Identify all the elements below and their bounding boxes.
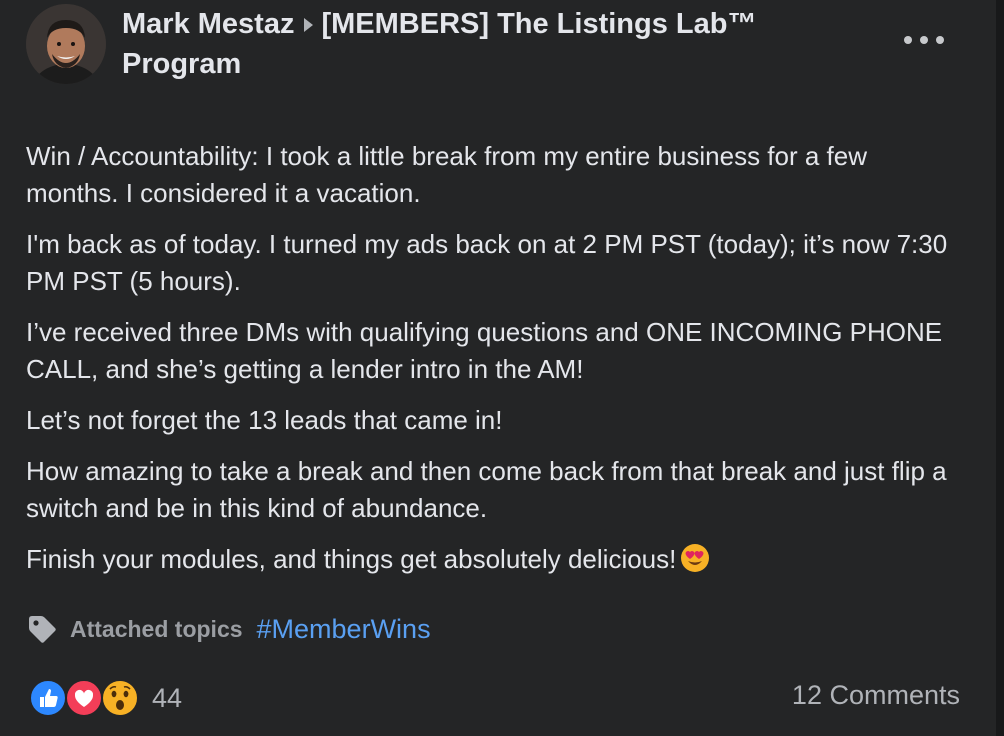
post-paragraph: I'm back as of today. I turned my ads ba…: [26, 229, 948, 296]
group-name[interactable]: [MEMBERS] The Listings Lab™: [321, 8, 756, 40]
post-paragraph-text: Finish your modules, and things get abso…: [26, 544, 677, 574]
attached-topics: Attached topics #MemberWins: [26, 612, 431, 646]
post-paragraph: How amazing to take a break and then com…: [26, 456, 947, 523]
author-name[interactable]: Mark Mestaz: [122, 8, 294, 40]
more-options-button[interactable]: [902, 28, 946, 52]
group-name-continued[interactable]: Program: [122, 48, 241, 80]
attached-topics-label: Attached topics: [70, 615, 243, 642]
wow-reaction-icon: [101, 679, 139, 717]
post-header: Mark Mestaz [MEMBERS] The Listings Lab™ P…: [122, 4, 882, 84]
reaction-count: 44: [152, 682, 183, 713]
post-paragraph: Win / Accountability: I took a little br…: [26, 141, 868, 208]
comments-count-link[interactable]: 12 Comments: [792, 680, 960, 711]
author-avatar[interactable]: [26, 4, 106, 84]
window-edge: [996, 0, 1004, 736]
like-reaction-icon: [29, 679, 67, 717]
reaction-icons: [28, 678, 142, 718]
love-reaction-icon: [65, 679, 103, 717]
post-card: Mark Mestaz [MEMBERS] The Listings Lab™ P…: [0, 0, 1004, 736]
more-dot-icon: [904, 36, 912, 44]
post-paragraph: Let’s not forget the 13 leads that came …: [26, 405, 503, 435]
reactions-summary[interactable]: 44: [28, 678, 182, 718]
post-paragraph: I’ve received three DMs with qualifying …: [26, 317, 943, 384]
topic-hashtag-link[interactable]: #MemberWins: [257, 614, 431, 645]
post-body: Win / Accountability: I took a little br…: [26, 138, 956, 592]
more-dot-icon: [920, 36, 928, 44]
shared-to-arrow-icon: [304, 18, 314, 32]
more-dot-icon: [936, 36, 944, 44]
tag-icon: [29, 616, 56, 643]
post-paragraph-last: Finish your modules, and things get abso…: [26, 541, 956, 578]
heart-eyes-emoji-icon: [681, 544, 710, 572]
avatar-photo: [26, 4, 106, 84]
